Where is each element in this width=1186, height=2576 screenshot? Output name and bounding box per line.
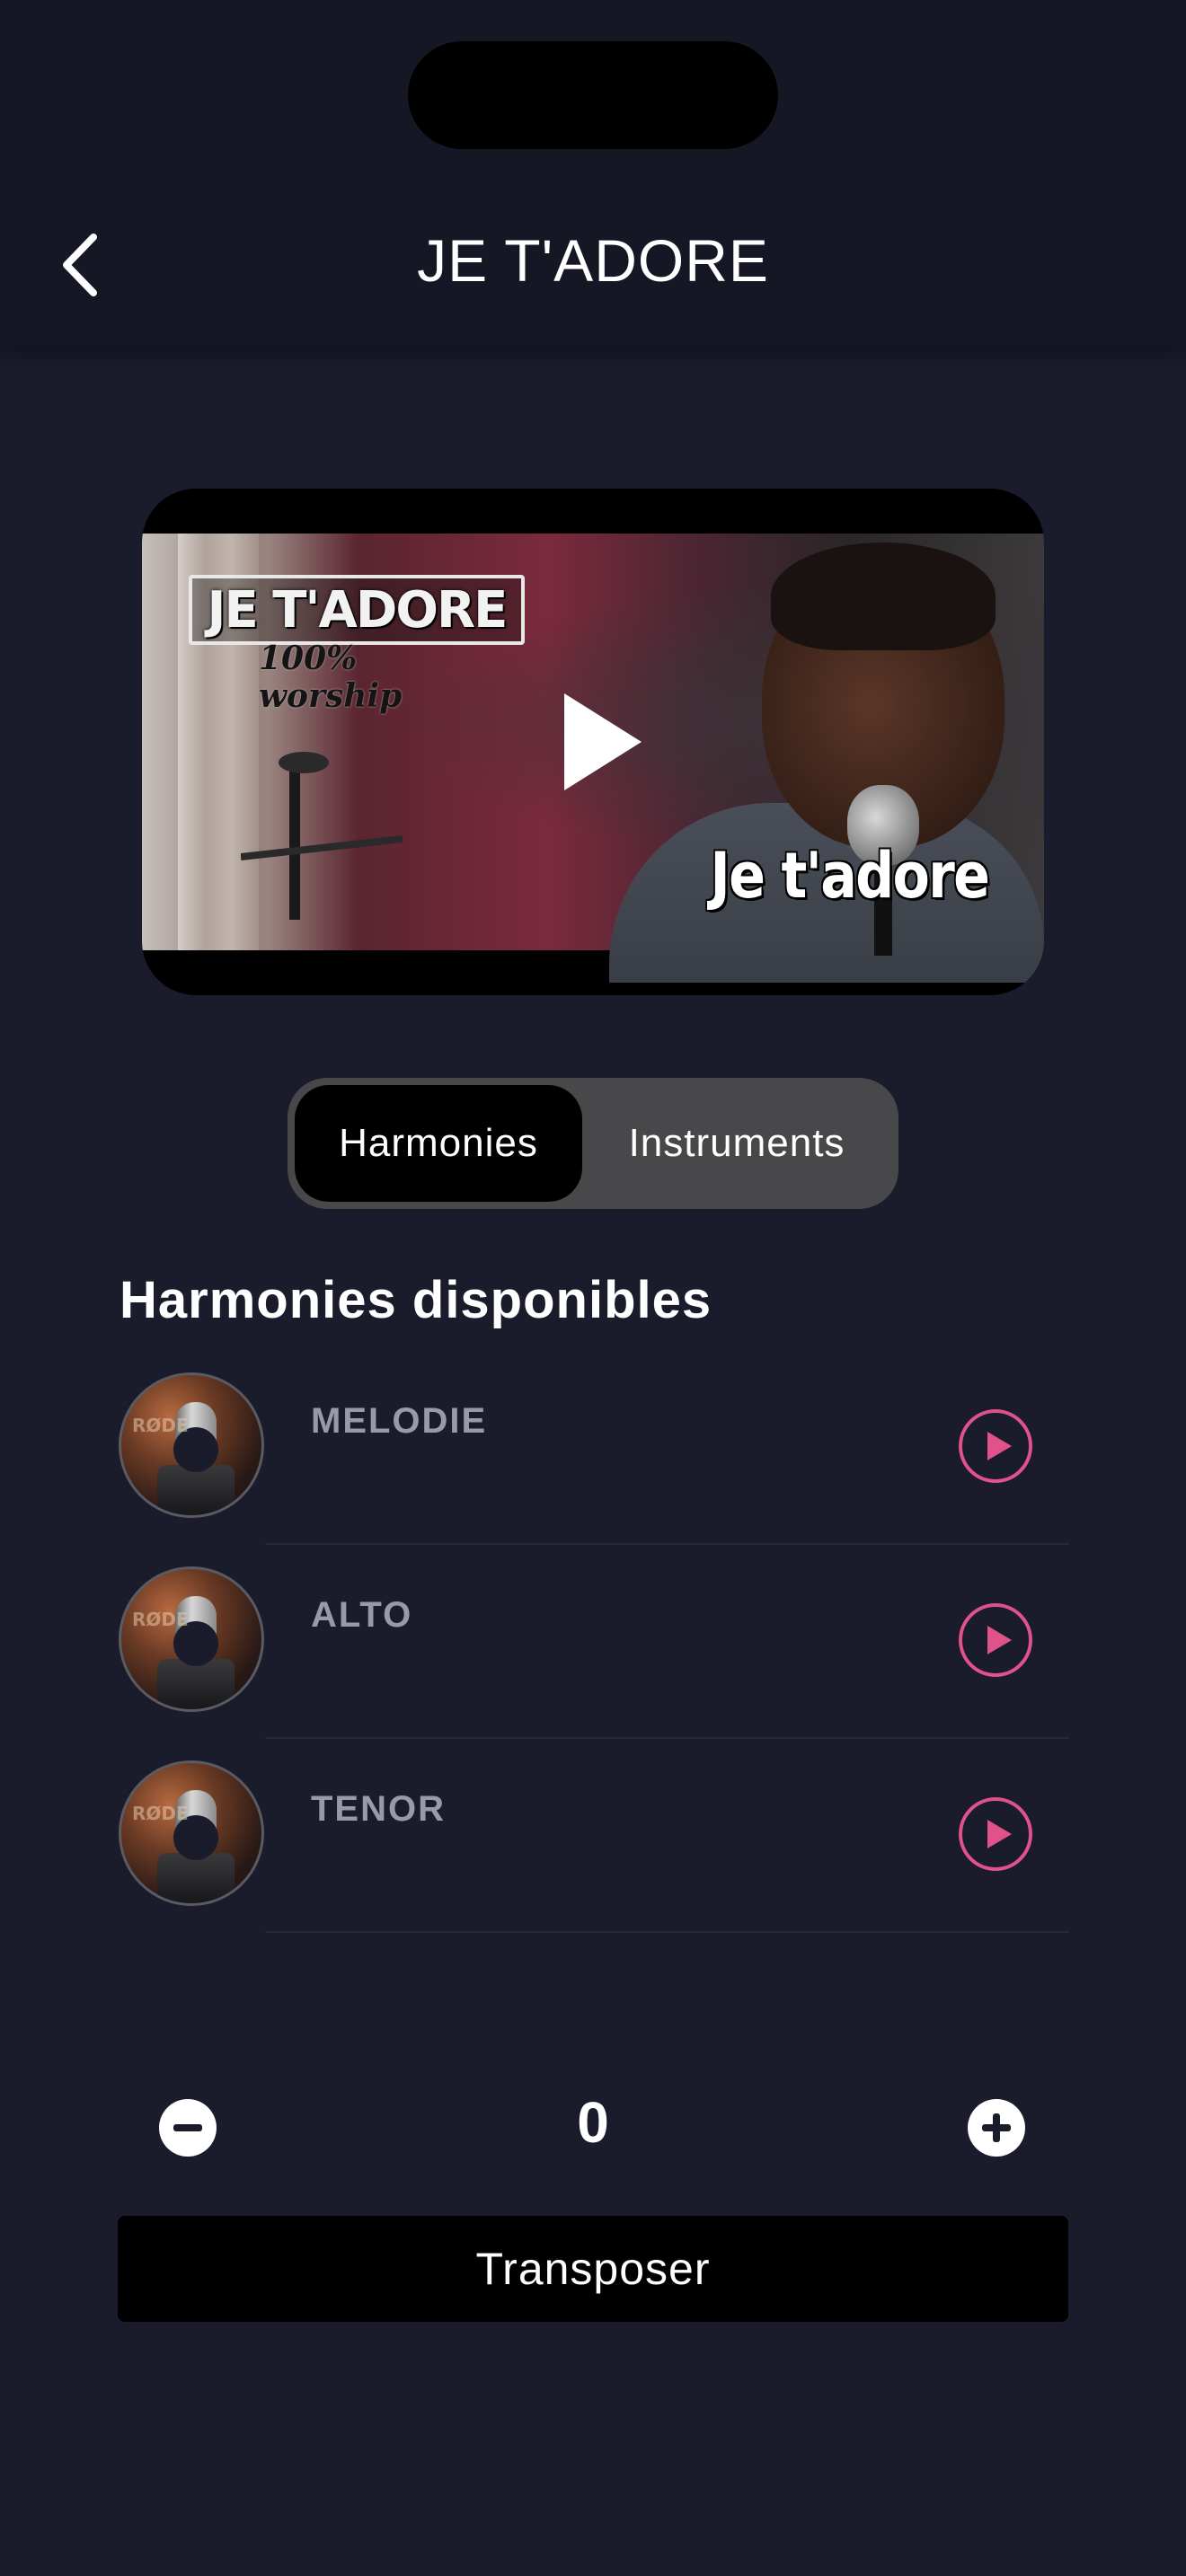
- play-circle-icon[interactable]: [958, 1408, 1033, 1484]
- transpose-value: 0: [577, 2090, 609, 2155]
- mic-stand-graphic: [241, 752, 403, 920]
- header: JE T'ADORE: [0, 0, 1186, 346]
- minus-circle-icon[interactable]: [158, 2098, 217, 2157]
- harmony-label: TENOR: [311, 1789, 446, 1829]
- avatar-text: RØDE: [132, 1415, 189, 1436]
- screen: JE T'ADORE JE T'ADORE 100% worship Je t'…: [0, 0, 1186, 2576]
- list-item[interactable]: RØDE MELODIE: [117, 1371, 1069, 1565]
- row-divider: [265, 1737, 1069, 1739]
- list-item[interactable]: RØDE TENOR: [117, 1759, 1069, 1953]
- page-title: JE T'ADORE: [417, 227, 769, 294]
- video-logo: JE T'ADORE: [189, 575, 525, 645]
- play-circle-icon[interactable]: [958, 1796, 1033, 1872]
- harmony-label: MELODIE: [311, 1401, 488, 1441]
- singer-hair: [771, 543, 996, 650]
- play-circle-icon[interactable]: [958, 1602, 1033, 1678]
- section-title: Harmonies disponibles: [119, 1271, 712, 1329]
- play-icon[interactable]: [562, 692, 643, 792]
- plus-circle-icon[interactable]: [967, 2098, 1026, 2157]
- tab-instruments[interactable]: Instruments: [582, 1085, 891, 1202]
- segmented-control: Harmonies Instruments: [288, 1078, 898, 1209]
- harmony-label: ALTO: [311, 1595, 413, 1635]
- row-divider: [265, 1543, 1069, 1545]
- tab-harmonies[interactable]: Harmonies: [295, 1085, 582, 1202]
- transpose-button[interactable]: Transposer: [118, 2216, 1068, 2322]
- harmonies-list: RØDE MELODIE RØDE ALTO RØDE TENOR: [117, 1371, 1069, 1953]
- dynamic-island: [408, 41, 778, 149]
- video-caption: Je t'adore: [710, 839, 990, 913]
- avatar-text: RØDE: [132, 1803, 189, 1824]
- avatar: RØDE: [119, 1566, 264, 1712]
- row-divider: [265, 1931, 1069, 1933]
- avatar: RØDE: [119, 1372, 264, 1518]
- avatar: RØDE: [119, 1760, 264, 1906]
- avatar-text: RØDE: [132, 1609, 189, 1630]
- video-logo-subtext: 100% worship: [259, 640, 403, 715]
- list-item[interactable]: RØDE ALTO: [117, 1565, 1069, 1759]
